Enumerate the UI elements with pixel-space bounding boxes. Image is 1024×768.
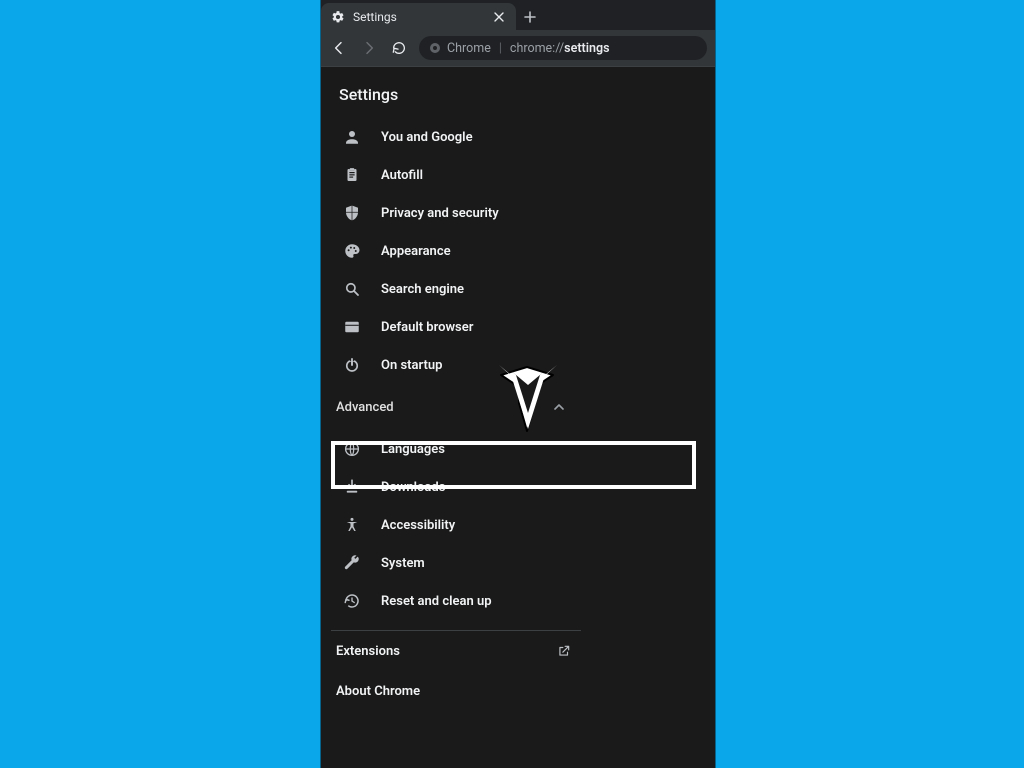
nav-label: Autofill bbox=[381, 168, 423, 183]
nav-autofill[interactable]: Autofill bbox=[321, 156, 715, 194]
nav-appearance[interactable]: Appearance bbox=[321, 232, 715, 270]
restore-icon bbox=[343, 592, 361, 610]
new-tab-button[interactable] bbox=[516, 3, 544, 30]
nav-default-browser[interactable]: Default browser bbox=[321, 308, 715, 346]
address-bar[interactable]: Chrome | chrome://settings bbox=[419, 36, 707, 60]
nav-label: Accessibility bbox=[381, 518, 455, 533]
power-icon bbox=[343, 356, 361, 374]
gear-icon bbox=[331, 10, 345, 24]
wrench-icon bbox=[343, 554, 361, 572]
nav-languages[interactable]: Languages bbox=[321, 430, 715, 468]
browser-window-icon bbox=[343, 318, 361, 336]
browser-window: Settings Chrome | chrome://settings bbox=[321, 0, 715, 768]
back-button[interactable] bbox=[329, 38, 349, 58]
nav-on-startup[interactable]: On startup bbox=[321, 346, 715, 384]
nav-search-engine[interactable]: Search engine bbox=[321, 270, 715, 308]
nav-label: Languages bbox=[381, 442, 445, 457]
close-tab-button[interactable] bbox=[492, 10, 506, 24]
omnibox-separator: | bbox=[499, 41, 502, 56]
nav-label: System bbox=[381, 556, 425, 571]
nav-label: Search engine bbox=[381, 282, 464, 297]
open-external-icon bbox=[557, 644, 571, 658]
accessibility-icon bbox=[343, 516, 361, 534]
nav-downloads[interactable]: Downloads bbox=[321, 468, 715, 506]
advanced-label: Advanced bbox=[336, 400, 394, 415]
globe-icon bbox=[343, 440, 361, 458]
nav-label: Reset and clean up bbox=[381, 594, 492, 609]
person-icon bbox=[343, 128, 361, 146]
nav-label: You and Google bbox=[381, 130, 473, 145]
nav-label: On startup bbox=[381, 358, 442, 373]
nav-label: Appearance bbox=[381, 244, 451, 259]
nav-accessibility[interactable]: Accessibility bbox=[321, 506, 715, 544]
tab-strip: Settings bbox=[321, 0, 715, 30]
settings-nav: You and Google Autofill Privacy and secu… bbox=[321, 118, 715, 711]
nav-label: Privacy and security bbox=[381, 206, 499, 221]
nav-label: Downloads bbox=[381, 480, 445, 495]
tab-settings[interactable]: Settings bbox=[321, 3, 516, 30]
shield-icon bbox=[343, 204, 361, 222]
tab-title: Settings bbox=[353, 10, 484, 24]
chrome-scheme-chip: Chrome bbox=[429, 41, 491, 56]
forward-button[interactable] bbox=[359, 38, 379, 58]
page-title: Settings bbox=[321, 67, 715, 118]
reload-button[interactable] bbox=[389, 38, 409, 58]
browser-toolbar: Chrome | chrome://settings bbox=[321, 30, 715, 67]
download-icon bbox=[343, 478, 361, 496]
page-content: Settings You and Google Autofill Privacy… bbox=[321, 67, 715, 768]
nav-reset-cleanup[interactable]: Reset and clean up bbox=[321, 582, 715, 620]
palette-icon bbox=[343, 242, 361, 260]
scheme-label: Chrome bbox=[447, 41, 491, 56]
about-label: About Chrome bbox=[336, 684, 420, 699]
nav-you-and-google[interactable]: You and Google bbox=[321, 118, 715, 156]
nav-system[interactable]: System bbox=[321, 544, 715, 582]
nav-about-chrome[interactable]: About Chrome bbox=[331, 671, 581, 711]
omnibox-url: chrome://settings bbox=[510, 41, 610, 56]
nav-privacy-security[interactable]: Privacy and security bbox=[321, 194, 715, 232]
nav-advanced-toggle[interactable]: Advanced bbox=[321, 390, 586, 424]
search-icon bbox=[343, 280, 361, 298]
bottom-links: Extensions About Chrome bbox=[331, 630, 581, 711]
clipboard-icon bbox=[343, 166, 361, 184]
chevron-up-icon bbox=[554, 403, 564, 411]
extensions-label: Extensions bbox=[336, 644, 400, 659]
nav-extensions[interactable]: Extensions bbox=[331, 631, 581, 671]
nav-label: Default browser bbox=[381, 320, 473, 335]
